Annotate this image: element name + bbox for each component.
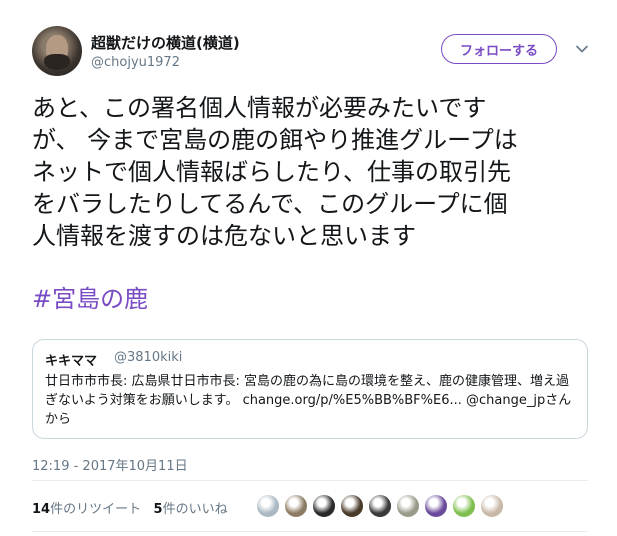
tweet-stats: 14件のリツイート 5件のいいね	[32, 498, 228, 517]
follow-button[interactable]: フォローする	[441, 34, 557, 64]
tweet-header: 超獣だけの横道(横道) @chojyu1972 フォローする	[32, 26, 592, 82]
user-handle[interactable]: @chojyu1972	[91, 55, 180, 70]
like-stat[interactable]: 5件のいいね	[154, 502, 228, 517]
like-label: 件のいいね	[162, 502, 228, 517]
display-name[interactable]: 超獣だけの横道(横道)	[91, 32, 240, 53]
retweet-label: 件のリツイート	[50, 502, 142, 517]
bird-avatar-icon[interactable]	[396, 494, 420, 518]
photo-avatar-icon[interactable]	[368, 494, 392, 518]
retweet-count: 14	[32, 502, 51, 517]
default-avatar-icon[interactable]	[256, 494, 280, 518]
avatar-beard	[44, 54, 70, 70]
hashtag-link[interactable]: #宮島の鹿	[32, 283, 148, 315]
user-avatar[interactable]	[32, 26, 82, 76]
divider	[32, 480, 588, 481]
pattern-avatar-icon[interactable]	[424, 494, 448, 518]
tweet-text: あと、この署名個人情報が必要みたいです が、 今まで宮島の鹿の餌やり推進グループ…	[32, 94, 518, 250]
like-count: 5	[153, 502, 163, 517]
retweet-stat[interactable]: 14件のリツイート	[32, 502, 141, 517]
anime-avatar-icon[interactable]	[312, 494, 336, 518]
photo-avatar-icon[interactable]	[340, 494, 364, 518]
flower-avatar-icon[interactable]	[452, 494, 476, 518]
tweet-timestamp[interactable]: 12:19 - 2017年10月11日	[32, 455, 188, 474]
cat-avatar-icon[interactable]	[284, 494, 308, 518]
person-avatar-icon[interactable]	[480, 494, 504, 518]
chevron-down-icon[interactable]	[575, 42, 589, 56]
likers-avatars	[256, 494, 508, 520]
divider	[32, 531, 588, 532]
quote-text: 廿日市市市長: 広島県廿日市市長: 宮島の鹿の為に島の環境を整え、鹿の健康管理、…	[45, 374, 572, 427]
quoted-tweet[interactable]: キキママ @3810kiki 廿日市市市長: 広島県廿日市市長: 宮島の鹿の為に…	[32, 339, 588, 439]
quote-author-handle: @3810kiki	[114, 350, 183, 365]
quote-author-name: キキママ	[45, 354, 98, 369]
